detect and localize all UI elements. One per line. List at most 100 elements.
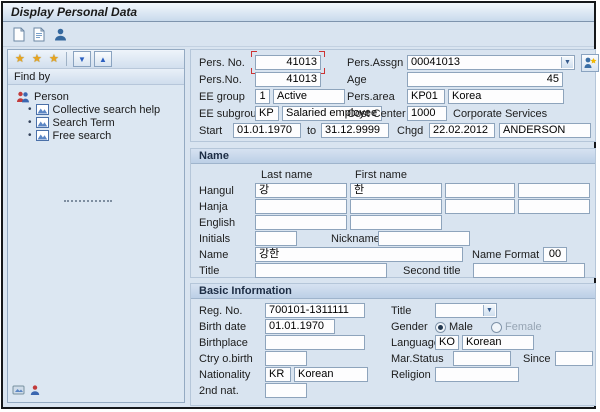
second-nat-field[interactable] — [265, 383, 307, 398]
document-list-button[interactable] — [29, 25, 48, 44]
pers-assgn-value: 00041013 — [411, 56, 460, 68]
hangul-label: Hangul — [199, 185, 234, 197]
reg-no-label: Reg. No. — [199, 305, 243, 317]
first-name-column-label: First name — [355, 169, 407, 181]
basic-section-header: Basic Information — [191, 284, 595, 299]
search-help-icon — [35, 117, 49, 128]
hanja-extra2-field[interactable] — [518, 199, 590, 214]
name-section-header: Name — [191, 149, 595, 164]
toolbar-separator — [66, 52, 67, 66]
ctry-birth-field[interactable] — [265, 351, 307, 366]
document-list-icon — [33, 27, 45, 42]
sidebar-bottom-icons — [12, 384, 41, 399]
name-format-label: Name Format — [472, 249, 540, 261]
move-up-button[interactable]: ▲ — [94, 51, 112, 67]
language-field[interactable]: KO — [435, 335, 459, 350]
image-icon[interactable] — [12, 384, 25, 399]
header-panel: Pers. No. 41013 Pers.Assgn 00041013 ▼ Pe… — [190, 49, 599, 142]
find-by-label: Find by — [14, 71, 51, 83]
hangul-extra1-field[interactable] — [445, 183, 515, 198]
page-title: Display Personal Data — [11, 5, 138, 19]
birth-date-field[interactable]: 01.01.1970 — [265, 319, 335, 334]
to-label: to — [307, 125, 317, 137]
since-field[interactable] — [555, 351, 593, 366]
document-button[interactable] — [9, 25, 28, 44]
hanja-last-field[interactable] — [255, 199, 347, 214]
birthplace-field[interactable] — [265, 335, 365, 350]
tree-item-search-term[interactable]: • Search Term — [28, 116, 115, 129]
title-field[interactable] — [255, 263, 387, 278]
hangul-first-field[interactable]: 한 — [350, 183, 442, 198]
favorites-list-star-icon[interactable]: ★ — [49, 52, 59, 65]
gender-male-radio[interactable]: Male — [435, 320, 473, 334]
pers-no-label: Pers. No. — [199, 57, 245, 69]
english-last-field[interactable] — [255, 215, 347, 230]
title-combo[interactable]: ▼ — [435, 303, 497, 318]
reg-no-field[interactable]: 700101-1311111 — [265, 303, 365, 318]
english-first-field[interactable] — [350, 215, 442, 230]
hanja-label: Hanja — [199, 201, 228, 213]
age-field[interactable]: 45 — [407, 72, 563, 87]
since-label: Since — [523, 353, 551, 365]
person-button[interactable] — [51, 25, 70, 44]
ee-group-field[interactable]: 1 — [255, 89, 270, 104]
assignment-overview-button[interactable] — [581, 54, 599, 72]
end-date-field[interactable]: 31.12.9999 — [321, 123, 389, 138]
ee-subgroup-field[interactable]: KP — [255, 106, 279, 121]
tree-node-person[interactable]: Person — [16, 90, 69, 103]
hangul-extra2-field[interactable] — [518, 183, 590, 198]
name-format-field[interactable]: 00 — [543, 247, 567, 262]
tree-item-collective-search-help[interactable]: • Collective search help — [28, 103, 160, 116]
second-nat-label: 2nd nat. — [199, 385, 239, 397]
hangul-last-field[interactable]: 강 — [255, 183, 347, 198]
move-down-button[interactable]: ▼ — [73, 51, 91, 67]
nationality-text-field[interactable]: Korean — [294, 367, 368, 382]
ee-group-text-field[interactable]: Active — [273, 89, 345, 104]
splitter-dots[interactable] — [64, 200, 112, 202]
initials-field[interactable] — [255, 231, 297, 246]
gender-female-radio[interactable]: Female — [491, 320, 542, 334]
pers-assgn-combo[interactable]: 00041013 ▼ — [407, 55, 575, 70]
mar-status-label: Mar.Status — [391, 353, 444, 365]
title-row-label: Title — [199, 265, 220, 277]
basic-section-title: Basic Information — [199, 285, 292, 297]
initials-label: Initials — [199, 233, 231, 245]
hanja-first-field[interactable] — [350, 199, 442, 214]
birth-date-label: Birth date — [199, 321, 247, 333]
chgd-date-field[interactable]: 22.02.2012 — [429, 123, 495, 138]
start-date-field[interactable]: 01.01.1970 — [233, 123, 301, 138]
pers-no-field[interactable]: 41013 — [255, 55, 321, 70]
find-by-header: Find by — [8, 69, 184, 85]
pers-area-text-field[interactable]: Korea — [448, 89, 564, 104]
tree-node-label: Person — [34, 90, 69, 103]
bullet-icon: • — [28, 130, 32, 141]
window-titlebar: Display Personal Data — [3, 3, 594, 22]
bullet-icon: • — [28, 104, 32, 115]
search-help-icon — [35, 104, 49, 115]
pers-no2-field[interactable]: 41013 — [255, 72, 321, 87]
person-small-icon[interactable] — [29, 384, 41, 399]
pers-area-field[interactable]: KP01 — [407, 89, 445, 104]
full-name-field[interactable]: 강한 — [255, 247, 463, 262]
tree-item-free-search[interactable]: • Free search — [28, 129, 111, 142]
cost-center-field[interactable]: 1000 — [407, 106, 447, 121]
chevron-down-icon[interactable]: ▼ — [561, 57, 573, 68]
nickname-field[interactable] — [378, 231, 470, 246]
favorite-star-icon[interactable]: ★ — [15, 52, 25, 65]
sidebar: ★ ★ ★ ▼ ▲ Find by Person • Collective se… — [7, 49, 185, 403]
nationality-field[interactable]: KR — [265, 367, 291, 382]
sidebar-toolbar: ★ ★ ★ ▼ ▲ — [8, 50, 184, 69]
religion-field[interactable] — [435, 367, 519, 382]
second-title-field[interactable] — [473, 263, 585, 278]
hanja-extra1-field[interactable] — [445, 199, 515, 214]
age-label: Age — [347, 74, 367, 86]
mar-status-field[interactable] — [453, 351, 511, 366]
chevron-down-icon[interactable]: ▼ — [483, 305, 495, 316]
birthplace-label: Birthplace — [199, 337, 248, 349]
person-star-icon — [584, 57, 597, 68]
add-favorite-star-icon[interactable]: ★ — [32, 52, 42, 65]
language-text-field[interactable]: Korean — [462, 335, 534, 350]
tree-item-label: Search Term — [52, 116, 115, 129]
tree-item-label: Collective search help — [52, 103, 161, 116]
chgd-by-field[interactable]: ANDERSON — [499, 123, 591, 138]
